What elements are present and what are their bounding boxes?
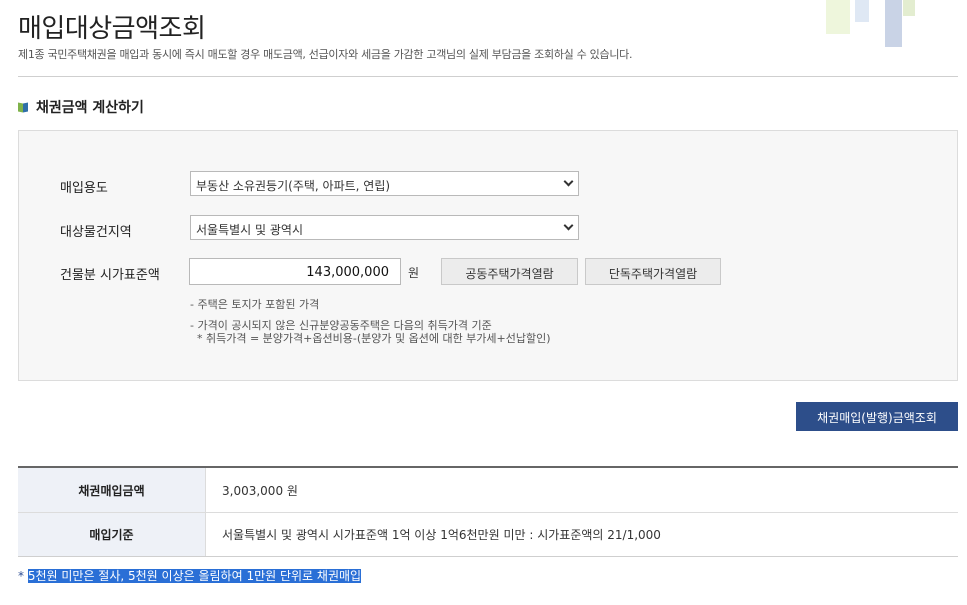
bond-amount-search-button[interactable]: 채권매입(발행)금액조회 bbox=[796, 402, 958, 431]
section-title: 채권금액 계산하기 bbox=[36, 100, 144, 116]
price-label: 건물분 시가표준액 bbox=[60, 268, 160, 283]
region-label: 대상물건지역 bbox=[60, 225, 132, 240]
result-table: 채권매입금액 3,003,000 원 매입기준 서울특별시 및 광역시 시가표준… bbox=[18, 466, 958, 557]
header-decoration bbox=[855, 0, 869, 22]
calculator-panel: 매입용도 부동산 소유권등기(주택, 아파트, 연립) 대상물건지역 서울특별시… bbox=[18, 130, 958, 381]
apartment-price-button[interactable]: 공동주택가격열람 bbox=[441, 258, 578, 285]
chevron-down-icon bbox=[563, 176, 574, 187]
price-input[interactable]: 143,000,000 bbox=[189, 258, 401, 285]
divider bbox=[18, 76, 958, 77]
header-decoration bbox=[903, 0, 915, 16]
page-description: 제1종 국민주택채권을 매입과 동시에 즉시 매도할 경우 매도금액, 선급이자… bbox=[18, 48, 633, 61]
header-decoration bbox=[826, 0, 850, 34]
table-row: 매입기준 서울특별시 및 광역시 시가표준액 1억 이상 1억6천만원 미만 :… bbox=[18, 512, 958, 556]
result-label: 매입기준 bbox=[18, 513, 206, 556]
footnote-prefix: * bbox=[18, 569, 28, 583]
price-unit: 원 bbox=[408, 266, 420, 280]
purpose-select[interactable]: 부동산 소유권등기(주택, 아파트, 연립) bbox=[190, 171, 579, 196]
header-decoration bbox=[885, 0, 902, 47]
result-value: 3,003,000 원 bbox=[222, 483, 298, 498]
page-title: 매입대상금액조회 bbox=[18, 14, 206, 44]
house-price-button[interactable]: 단독주택가격열람 bbox=[585, 258, 721, 285]
chevron-down-icon bbox=[563, 220, 574, 231]
section-header: 채권금액 계산하기 bbox=[18, 97, 144, 117]
region-select[interactable]: 서울특별시 및 광역시 bbox=[190, 215, 579, 240]
table-row: 채권매입금액 3,003,000 원 bbox=[18, 468, 958, 512]
result-value: 서울특별시 및 광역시 시가표준액 1억 이상 1억6천만원 미만 : 시가표준… bbox=[222, 528, 661, 542]
region-select-value: 서울특별시 및 광역시 bbox=[196, 223, 303, 237]
footnote: * 5천원 미만은 절사, 5천원 이상은 올림하여 1만원 단위로 채권매입 bbox=[18, 567, 362, 584]
note-line: * 취득가격 = 분양가격+옵션비용-(분양가 및 옵션에 대한 부가세+선납할… bbox=[190, 332, 551, 345]
footnote-text: 5천원 미만은 절사, 5천원 이상은 올림하여 1만원 단위로 채권매입 bbox=[27, 569, 362, 583]
purpose-select-value: 부동산 소유권등기(주택, 아파트, 연립) bbox=[196, 179, 391, 193]
note-line: - 주택은 토지가 포함된 가격 bbox=[190, 298, 320, 311]
book-icon bbox=[18, 103, 29, 112]
purpose-label: 매입용도 bbox=[60, 181, 108, 196]
result-label: 채권매입금액 bbox=[18, 468, 206, 512]
